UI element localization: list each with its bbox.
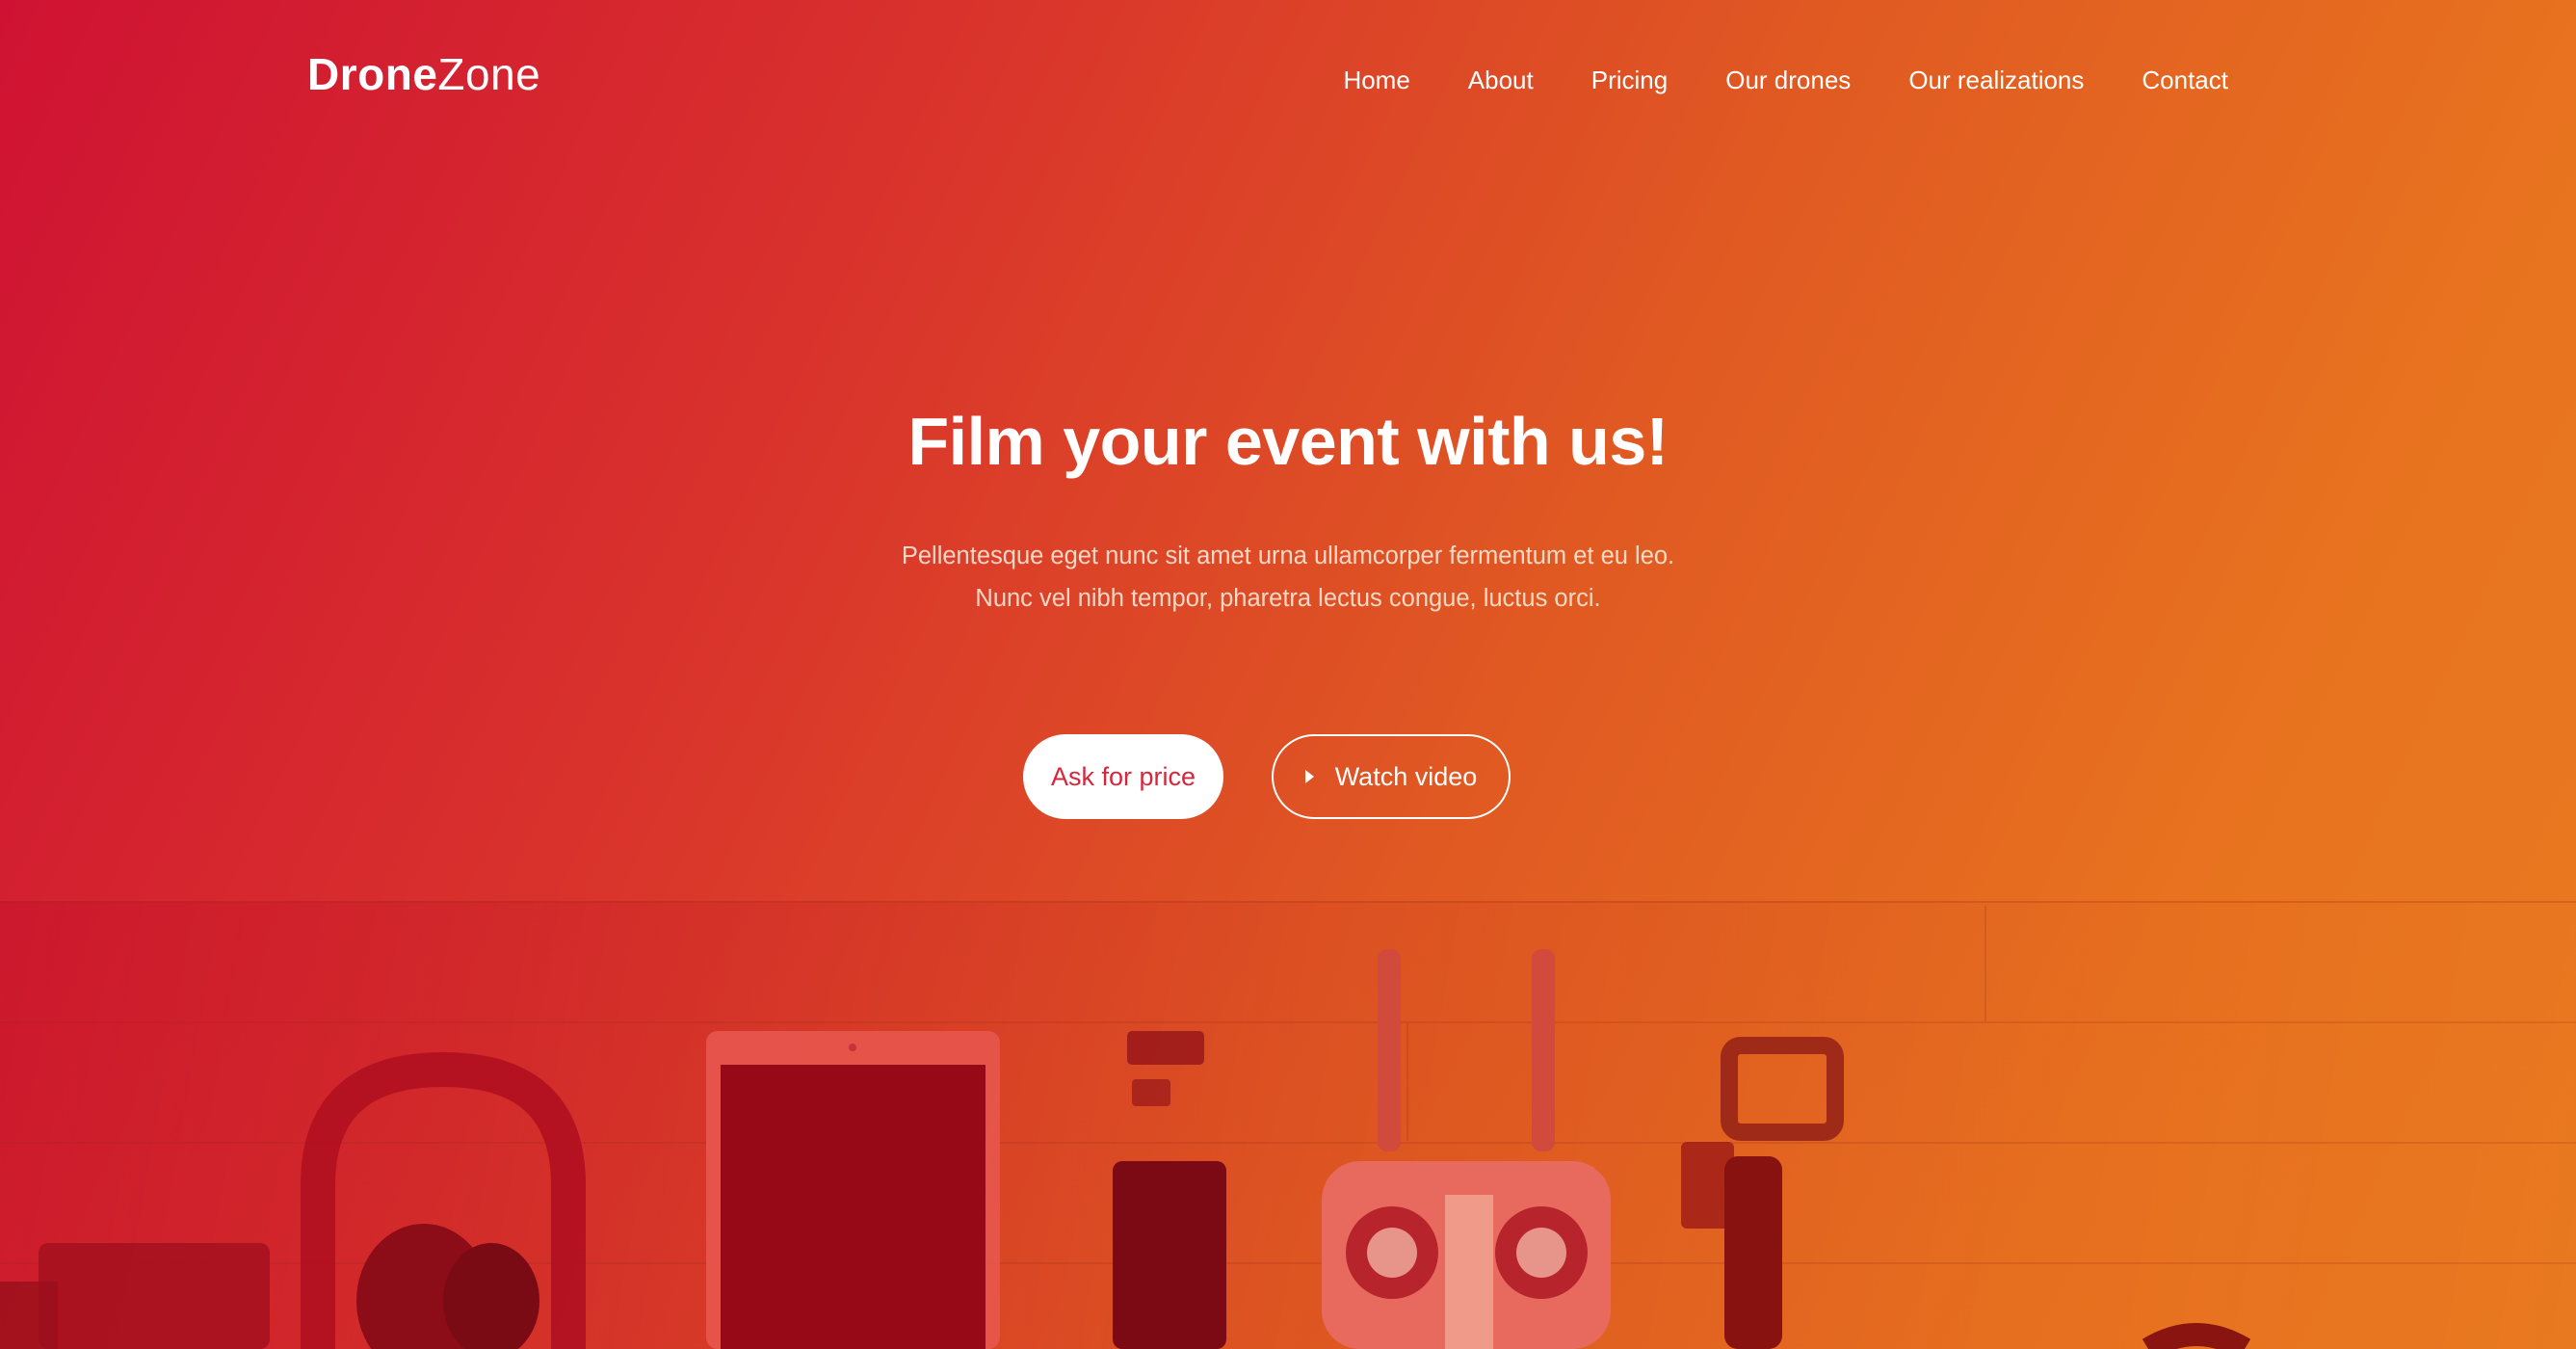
nav-home[interactable]: Home — [1343, 66, 1409, 95]
nav-our-drones[interactable]: Our drones — [1725, 66, 1851, 95]
nav-contact[interactable]: Contact — [2142, 66, 2228, 95]
brand-logo[interactable]: DroneZone — [307, 48, 540, 102]
hero-subtitle-line-2: Nunc vel nibh tempor, pharetra lectus co… — [975, 585, 1601, 612]
nav-pricing[interactable]: Pricing — [1591, 66, 1668, 95]
hero-subtitle-line-1: Pellentesque eget nunc sit amet urna ull… — [901, 542, 1675, 569]
watch-video-button[interactable]: Watch video — [1272, 734, 1511, 819]
nav-about[interactable]: About — [1468, 66, 1534, 95]
background-photo-items — [0, 949, 2251, 1349]
nav-our-realizations[interactable]: Our realizations — [1908, 66, 2084, 95]
watch-video-label: Watch video — [1334, 761, 1478, 791]
hero-section: DroneZone Home About Pricing Our drones … — [0, 0, 2576, 1349]
play-icon — [1304, 770, 1314, 783]
hero-title: Film your event with us! — [907, 404, 1669, 479]
brand-logo-light: Zone — [437, 49, 541, 99]
hero-subtitle: Pellentesque eget nunc sit amet urna ull… — [0, 535, 2576, 620]
brand-logo-bold: Drone — [307, 49, 438, 99]
main-nav: Home About Pricing Our drones Our realiz… — [1343, 66, 2228, 95]
ask-for-price-button[interactable]: Ask for price — [1023, 734, 1223, 819]
